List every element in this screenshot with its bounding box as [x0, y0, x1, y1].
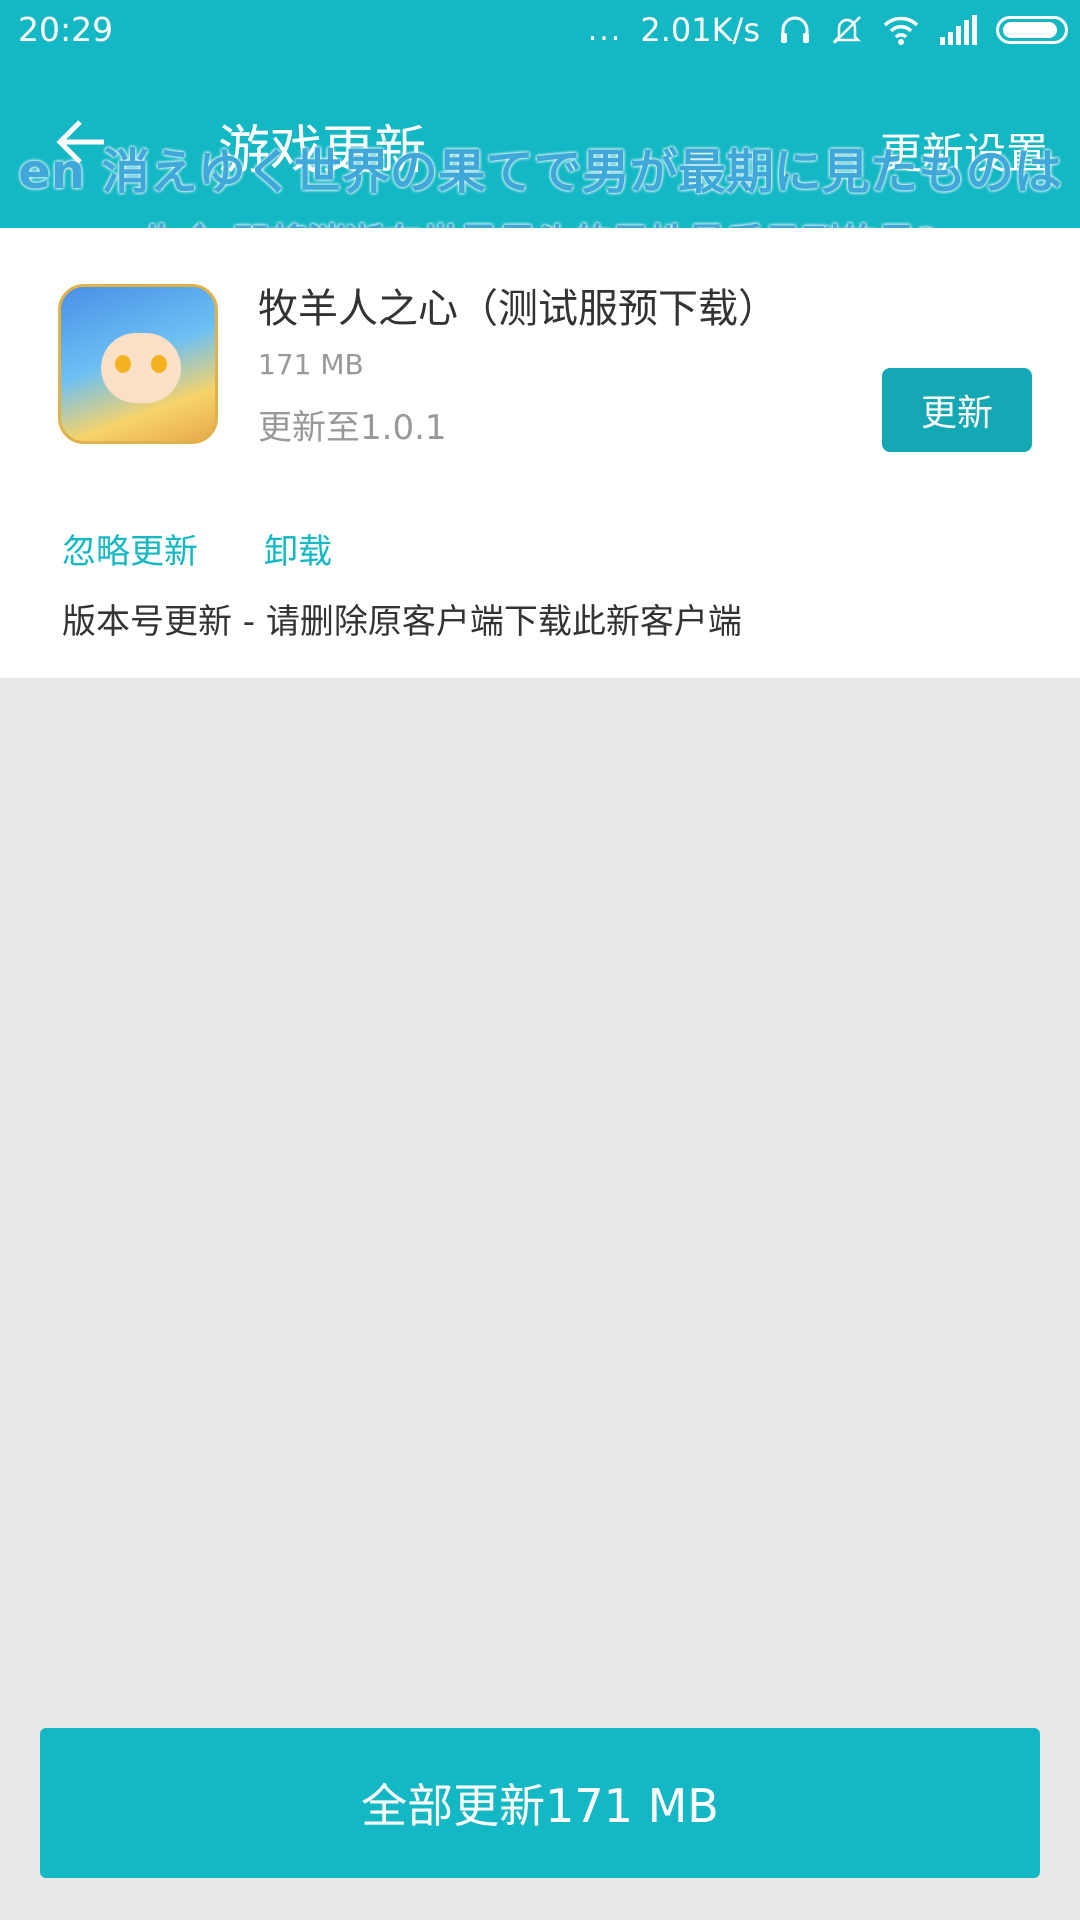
wifi-icon	[883, 16, 919, 45]
update-list-item: 牧羊人之心（测试服预下载） 171 MB 更新至1.0.1 更新 忽略更新 卸载…	[0, 228, 1080, 678]
status-time: 20:29	[18, 10, 114, 49]
battery-icon	[996, 16, 1068, 44]
status-icons: ... 2.01K/s	[588, 8, 1068, 52]
network-speed: 2.01K/s	[640, 11, 760, 49]
ignore-update-link[interactable]: 忽略更新	[62, 524, 198, 573]
update-description: 版本号更新 - 请删除原客户端下载此新客户端	[62, 602, 742, 642]
app-icon-face	[101, 333, 181, 403]
more-dots-icon: ...	[587, 12, 623, 48]
app-version: 更新至1.0.1	[258, 408, 447, 448]
app-icon-eye	[115, 355, 131, 373]
signal-icon	[940, 15, 977, 45]
bell-muted-icon	[832, 16, 862, 44]
app-icon-eye	[151, 355, 167, 373]
status-bar: 20:29 ... 2.01K/s	[0, 0, 1080, 60]
app-size: 171 MB	[258, 348, 364, 381]
update-all-button[interactable]: 全部更新171 MB	[40, 1728, 1040, 1878]
update-button[interactable]: 更新	[882, 368, 1032, 452]
headphones-icon	[781, 16, 809, 43]
uninstall-link[interactable]: 卸载	[264, 524, 332, 573]
subtitle-overlay-japanese: en 消えゆく世界の果てで男が最期に見たものは	[18, 144, 1062, 200]
app-name: 牧羊人之心（测试服预下载）	[258, 286, 778, 332]
app-icon[interactable]	[58, 284, 218, 444]
